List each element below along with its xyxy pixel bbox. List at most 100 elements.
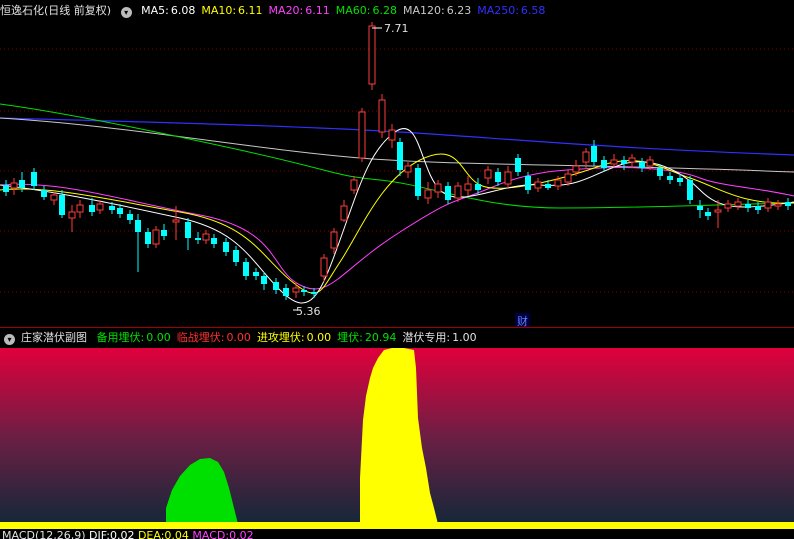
indicator-legend-item: 备用埋伏: 0.00 <box>96 331 171 344</box>
candlesticks <box>3 22 791 300</box>
candle-body <box>705 212 711 216</box>
candle-body <box>677 178 683 182</box>
candle-body <box>687 180 693 200</box>
baseline-bar <box>0 522 794 529</box>
candle-body <box>358 111 366 159</box>
candle-body <box>601 160 607 168</box>
candle-body <box>397 142 403 170</box>
candle-body <box>545 184 551 188</box>
candle-body <box>785 202 791 206</box>
candle-body <box>415 168 421 196</box>
candle-body <box>525 176 531 190</box>
candle-body <box>745 204 751 208</box>
chevron-down-icon[interactable]: ▾ <box>120 7 132 18</box>
candle-body <box>172 219 180 223</box>
candle-body <box>109 206 115 210</box>
sub-legend: ▾ 庄家潜伏副图 备用埋伏: 0.00 临战埋伏: 0.00 进攻埋伏: 0.00 埋伏: 20… <box>0 328 489 348</box>
high-annotation: 7.71 <box>372 22 409 35</box>
candle-body <box>454 185 462 199</box>
candle-body <box>697 206 703 210</box>
candle-body <box>564 173 572 183</box>
candle-body <box>127 214 133 220</box>
candle-body <box>10 182 18 189</box>
indicator-chart[interactable] <box>0 328 794 529</box>
ma-legend-item: MA20: 6.11 <box>268 4 330 17</box>
high-price-label: 7.71 <box>384 22 409 35</box>
ma-legend-item: MA60: 6.28 <box>335 4 397 17</box>
candle-body <box>76 204 84 213</box>
chevron-down-icon[interactable]: ▾ <box>4 334 15 345</box>
candle-body <box>667 176 673 180</box>
candle-body <box>534 181 542 189</box>
macd-panel[interactable]: MACD(12,26,9) DIF:0.02 DEA:0.04 MACD:0.0… <box>0 529 794 539</box>
candle-body <box>378 99 386 133</box>
indicator-legend-item: 进攻埋伏: 0.00 <box>256 331 332 344</box>
ma-legend-item: MA120: 6.23 <box>402 4 472 17</box>
candle-body <box>223 242 229 252</box>
candle-body <box>253 272 259 276</box>
ma-legend-item: MA10: 6.11 <box>201 4 263 17</box>
candle-body <box>195 238 201 240</box>
candle-body <box>646 159 654 167</box>
candle-body <box>273 282 279 290</box>
candle-body <box>621 160 627 164</box>
candle-body <box>734 201 742 207</box>
kline-panel[interactable]: 恒逸石化(日线 前复权) ▾ MA5: 6.08 MA10: 6.11 MA20: 6.1… <box>0 0 794 328</box>
candle-body <box>301 290 307 292</box>
macd-title: MACD(12,26,9) <box>2 529 86 539</box>
ma10-line <box>0 153 794 294</box>
ma20-line <box>0 166 794 290</box>
ma-legend: MA5: 6.08 MA10: 6.11 MA20: 6.11 MA60: 6.28 MA120… <box>141 4 551 17</box>
candle-body <box>764 201 772 209</box>
candle-body <box>311 292 317 294</box>
kline-chart[interactable]: 7.71 5.36 财 <box>0 0 794 328</box>
candle-body <box>657 168 663 176</box>
indicator-legend-item: 临战埋伏: 0.00 <box>176 331 251 344</box>
candle-body <box>464 183 472 191</box>
candle-body <box>572 165 580 173</box>
candle-body <box>639 162 645 168</box>
low-annotation: 5.36 <box>293 305 321 318</box>
candle-body <box>404 165 412 173</box>
ma-legend-item: MA5: 6.08 <box>141 4 196 17</box>
candle-body <box>434 183 442 193</box>
candle-body <box>233 250 239 262</box>
candle-body <box>554 179 562 187</box>
candle-body <box>755 206 761 210</box>
candle-body <box>350 179 358 191</box>
candle-body <box>724 203 732 209</box>
candle-body <box>330 231 338 249</box>
indicator-panel[interactable]: ▾ 庄家潜伏副图 备用埋伏: 0.00 临战埋伏: 0.00 进攻埋伏: 0.00 埋伏: 20… <box>0 328 794 529</box>
candle-body <box>41 190 47 197</box>
candle-body <box>582 151 590 163</box>
candle-body <box>484 169 492 179</box>
candle-body <box>50 194 58 201</box>
candle-body <box>610 159 618 165</box>
candle-body <box>145 232 151 244</box>
candle-body <box>202 233 210 241</box>
candle-body <box>59 195 65 215</box>
candle-body <box>211 238 217 244</box>
candle-body <box>388 129 396 141</box>
candle-body <box>320 257 328 277</box>
candle-body <box>152 229 160 245</box>
candle-body <box>368 25 376 85</box>
candle-body <box>31 172 37 186</box>
ma-legend-item: MA250: 6.58 <box>477 4 546 17</box>
low-price-label: 5.36 <box>296 305 321 318</box>
candle-body <box>19 180 25 188</box>
period-label: (日线 前复权) <box>44 4 112 17</box>
finance-marker[interactable]: 财 <box>517 314 528 328</box>
candle-body <box>475 184 481 190</box>
candle-body <box>117 208 123 214</box>
candle-body <box>515 158 521 172</box>
candle-body <box>292 287 300 293</box>
candle-body <box>774 203 782 207</box>
stock-name: 恒逸石化 <box>0 4 44 17</box>
macd-legend: MACD(12,26,9) DIF:0.02 DEA:0.04 MACD:0.0… <box>2 529 254 539</box>
candle-body <box>96 203 104 211</box>
candle-body <box>89 205 95 212</box>
indicator-title: 庄家潜伏副图 <box>21 331 87 344</box>
candle-body <box>185 222 191 238</box>
candle-body <box>495 172 501 182</box>
